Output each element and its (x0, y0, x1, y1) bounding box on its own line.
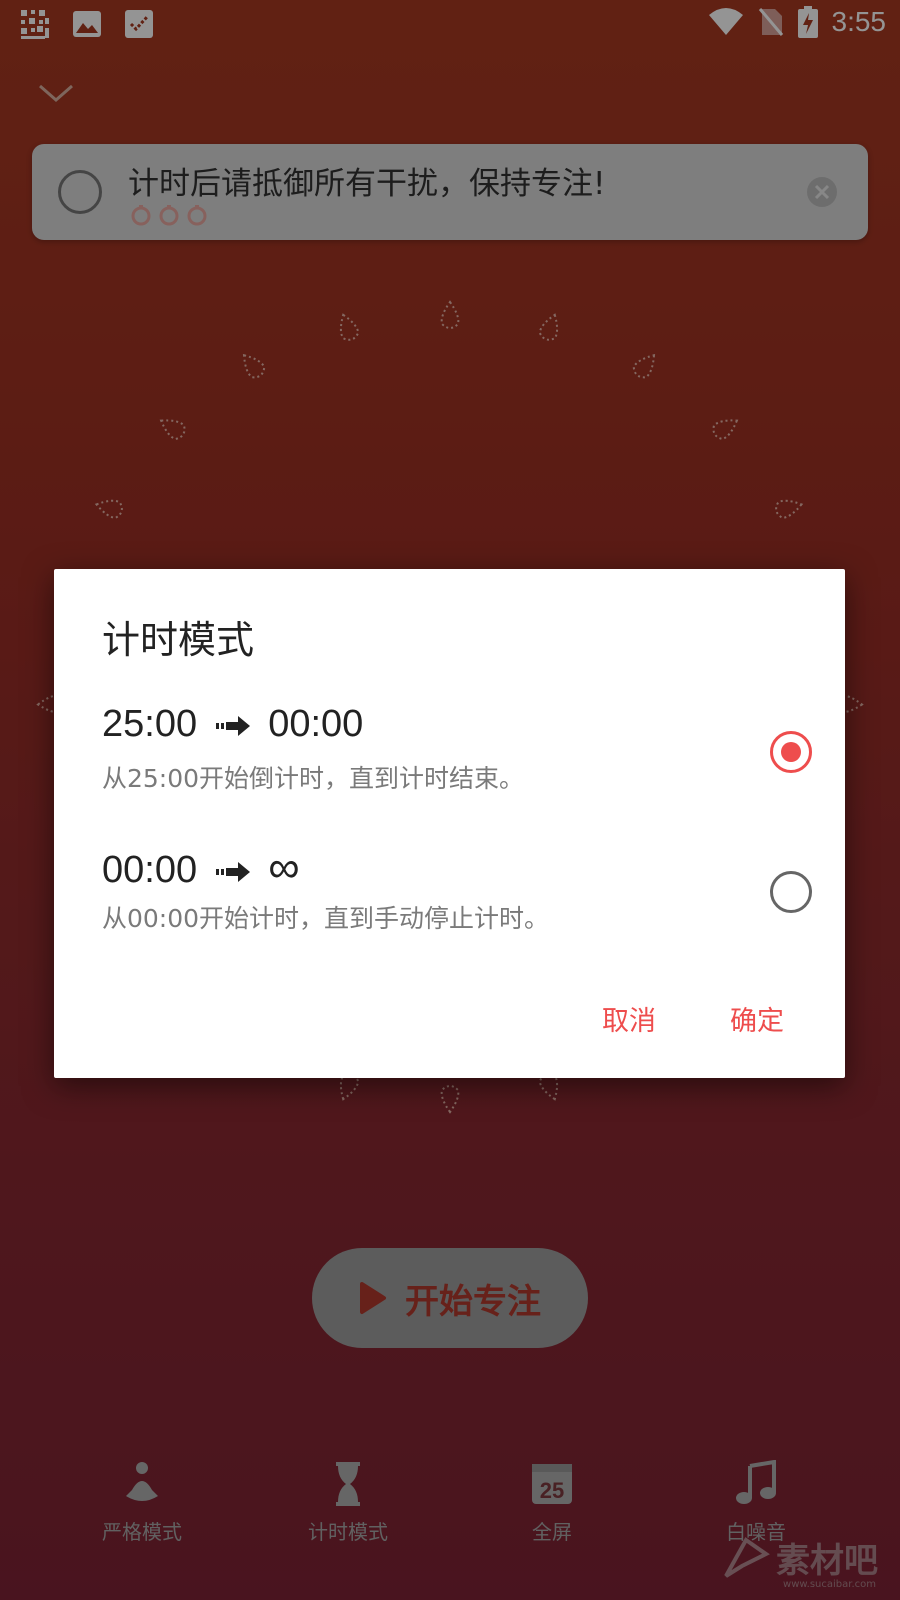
option-to: ∞ (268, 843, 300, 892)
cancel-button[interactable]: 取消 (602, 999, 656, 1038)
dialog-title: 计时模式 (102, 618, 255, 662)
option-description: 从25:00开始倒计时，直到计时结束。 (102, 764, 525, 793)
timer-mode-dialog: 计时模式 25:00 00:00 从25:00开始倒计时，直到计时结束。 00:… (54, 569, 845, 1078)
radio-countdown[interactable] (770, 731, 812, 773)
option-to: 00:00 (268, 703, 364, 745)
option-from: 25:00 (102, 703, 198, 745)
option-countdown[interactable]: 25:00 00:00 从25:00开始倒计时，直到计时结束。 (102, 703, 812, 813)
confirm-button[interactable]: 确定 (730, 999, 784, 1038)
arrow-right-icon (215, 715, 250, 736)
radio-countup[interactable] (770, 871, 812, 913)
option-main-text: 25:00 00:00 (102, 703, 363, 746)
option-description: 从00:00开始计时，直到手动停止计时。 (102, 904, 550, 933)
option-countup[interactable]: 00:00 ∞ 从00:00开始计时，直到手动停止计时。 (102, 843, 812, 953)
option-main-text: 00:00 ∞ (102, 843, 300, 893)
arrow-right-icon (215, 861, 250, 882)
option-from: 00:00 (102, 849, 198, 891)
